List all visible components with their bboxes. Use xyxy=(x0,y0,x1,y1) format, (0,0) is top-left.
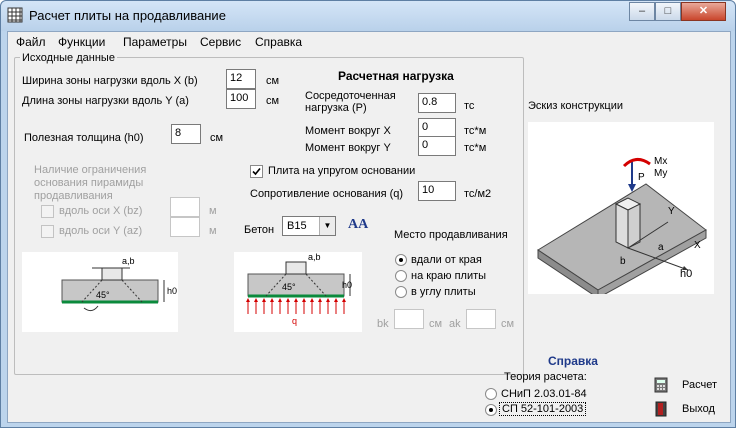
app-grid-icon xyxy=(7,7,23,23)
theory-label: Теория расчета: xyxy=(504,371,587,383)
limit-x-label: вдоль оси X (bz) xyxy=(59,205,143,217)
calc-label: Расчет xyxy=(682,379,717,391)
limit-y-label: вдоль оси Y (az) xyxy=(59,225,143,237)
point-load-label: Сосредоточенная нагрузка (P) xyxy=(305,90,396,114)
theory-radio-snip[interactable] xyxy=(485,388,497,400)
diagram-plain: a,b 45° h0 xyxy=(22,252,178,332)
close-button[interactable]: ✕ xyxy=(681,2,726,21)
resistance-label: Сопротивление основания (q) xyxy=(250,188,404,200)
menu-bar: Файл Функции Параметры Сервис Справка xyxy=(8,32,730,52)
client-area: Файл Функции Параметры Сервис Справка Ис… xyxy=(7,31,731,423)
width-x-input[interactable]: 12 xyxy=(226,69,256,89)
limit-x-unit: м xyxy=(209,205,217,217)
thickness-input[interactable]: 8 xyxy=(171,124,201,144)
moment-y-unit: тс*м xyxy=(464,142,487,154)
h0-label: h0 xyxy=(167,286,178,296)
moment-x-input[interactable]: 0 xyxy=(418,118,456,138)
menu-file[interactable]: Файл xyxy=(16,35,46,49)
concrete-select[interactable]: B15 ▼ xyxy=(282,216,336,236)
theory-option-sp: СП 52-101-2003 xyxy=(499,402,587,416)
sketch-title: Эскиз конструкции xyxy=(528,100,624,112)
moment-x-label: Момент вокруг X xyxy=(305,125,391,137)
window-title: Расчет плиты на продавливание xyxy=(29,8,226,23)
ab-label-2: a,b xyxy=(308,252,321,262)
minimize-button[interactable]: ‒ xyxy=(629,2,655,21)
check-icon xyxy=(252,167,261,176)
help-title: Справка xyxy=(548,354,598,368)
menu-parameters[interactable]: Параметры xyxy=(123,35,187,49)
exit-door-icon xyxy=(655,401,667,417)
location-option-far: вдали от края xyxy=(411,254,482,266)
width-x-unit: см xyxy=(266,75,280,87)
menu-functions[interactable]: Функции xyxy=(58,35,105,49)
ab-label: a,b xyxy=(122,256,135,266)
calc-button[interactable]: Расчет xyxy=(654,375,724,395)
font-aa-icon[interactable]: AA xyxy=(348,217,368,233)
length-y-label: Длина зоны нагрузки вдоль Y (a) xyxy=(22,95,189,107)
b-label: b xyxy=(620,256,626,267)
bk-label: bk xyxy=(377,318,389,330)
x-axis-label: X xyxy=(694,240,701,251)
angle-label-2: 45° xyxy=(282,282,296,292)
h0-sketch-label: h0 xyxy=(680,268,693,280)
p-label: P xyxy=(638,172,645,183)
elastic-base-checkbox[interactable] xyxy=(250,165,263,178)
ak-unit: см xyxy=(501,318,515,330)
limit-x-checkbox[interactable] xyxy=(41,205,54,218)
limit-x-input[interactable] xyxy=(170,197,200,217)
maximize-button[interactable]: □ xyxy=(655,2,681,21)
h0-label-2: h0 xyxy=(342,280,353,290)
load-title: Расчетная нагрузка xyxy=(338,69,454,83)
elastic-base-label: Плита на упругом основании xyxy=(268,165,416,177)
diagram-elastic: a,b 45° h0 q xyxy=(234,252,362,332)
bk-input[interactable] xyxy=(394,309,424,329)
location-radio-far[interactable] xyxy=(395,254,407,266)
thickness-unit: см xyxy=(210,132,224,144)
resistance-unit: тс/м2 xyxy=(464,188,492,200)
moment-y-label: Момент вокруг Y xyxy=(305,142,391,154)
mx-label: Mx xyxy=(654,156,668,167)
location-radio-edge[interactable] xyxy=(395,270,407,282)
limit-y-checkbox[interactable] xyxy=(41,225,54,238)
calculator-icon xyxy=(654,377,668,393)
angle-label: 45° xyxy=(96,290,110,300)
bk-unit: см xyxy=(429,318,443,330)
limit-label: Наличие ограничения основания пирамиды п… xyxy=(34,164,147,202)
ak-label: ak xyxy=(449,318,461,330)
chevron-down-icon[interactable]: ▼ xyxy=(319,217,335,235)
concrete-label: Бетон xyxy=(244,224,275,236)
length-y-input[interactable]: 100 xyxy=(226,89,256,109)
theory-option-snip: СНиП 2.03.01-84 xyxy=(501,388,587,400)
location-option-edge: на краю плиты xyxy=(411,270,487,282)
location-option-corner: в углу плиты xyxy=(411,286,476,298)
thickness-label: Полезная толщина (h0) xyxy=(24,132,144,144)
location-title: Место продавливания xyxy=(394,229,508,241)
app-window: Расчет плиты на продавливание ‒ □ ✕ Файл… xyxy=(0,0,736,428)
my-label: My xyxy=(654,168,668,179)
limit-y-input[interactable] xyxy=(170,217,200,237)
point-load-unit: тс xyxy=(464,100,475,112)
concrete-value: B15 xyxy=(287,220,307,232)
resistance-input[interactable]: 10 xyxy=(418,181,456,201)
title-bar[interactable]: Расчет плиты на продавливание ‒ □ ✕ xyxy=(1,1,735,31)
moment-y-input[interactable]: 0 xyxy=(418,136,456,156)
width-x-label: Ширина зоны нагрузки вдоль X (b) xyxy=(22,75,198,87)
q-label: q xyxy=(292,316,298,326)
y-axis-label: Y xyxy=(668,206,675,217)
theory-radio-sp[interactable] xyxy=(485,404,497,416)
exit-label: Выход xyxy=(682,403,715,415)
ak-input[interactable] xyxy=(466,309,496,329)
menu-service[interactable]: Сервис xyxy=(200,35,241,49)
moment-x-unit: тс*м xyxy=(464,125,487,137)
limit-y-unit: м xyxy=(209,225,217,237)
length-y-unit: см xyxy=(266,95,280,107)
point-load-input[interactable]: 0.8 xyxy=(418,93,456,113)
exit-button[interactable]: Выход xyxy=(654,399,724,419)
slab-elastic-diagram xyxy=(246,261,351,314)
location-radio-corner[interactable] xyxy=(395,286,407,298)
a-label: a xyxy=(658,242,664,253)
initial-data-legend: Исходные данные xyxy=(20,52,117,64)
menu-help[interactable]: Справка xyxy=(255,35,302,49)
